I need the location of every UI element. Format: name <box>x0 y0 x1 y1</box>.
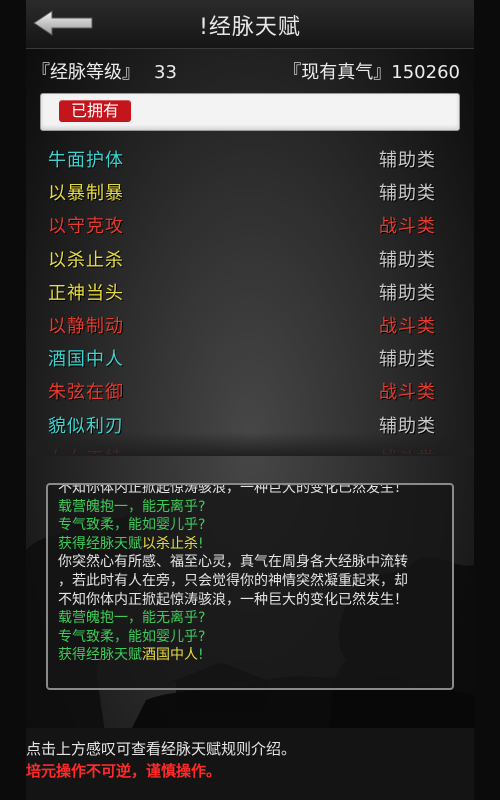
log-line: 专气致柔，能如婴儿乎? <box>58 628 444 647</box>
log-text: ! <box>198 535 204 552</box>
talent-name: 以静制动 <box>48 316 124 337</box>
log-text: ，若此时有人在旁，只会觉得你的神情突然凝重起来，却 <box>58 572 408 589</box>
talent-type: 战斗类 <box>379 316 436 337</box>
talent-name: 女女天犊 <box>48 445 124 454</box>
log-line: 载营魄抱一，能无离乎? <box>58 609 444 628</box>
talent-type: 辅助类 <box>379 415 436 437</box>
irreversible-warning-text: 培元操作不可逆，谨慎操作。 <box>26 762 222 780</box>
log-text: ! <box>198 647 204 664</box>
log-line: 获得经脉天赋酒国中人! <box>58 646 444 665</box>
main-panel: !经脉天赋 『经脉等级』 33 『现有真气』150260 已拥有 牛面护体 辅助类以… <box>26 0 474 800</box>
header-bar: !经脉天赋 <box>26 0 474 49</box>
current-qi-label: 『现有真气』 <box>283 62 392 83</box>
talent-type: 战斗类 <box>379 382 436 404</box>
talent-type: 辅助类 <box>379 150 436 171</box>
event-log[interactable]: 不知你体内正掀起惊涛骇浪，一种巨大的变化已然发生！ 载营魄抱一，能无离乎? 专气致柔… <box>46 483 454 690</box>
talent-row[interactable]: 貌似利刃 辅助类 <box>26 408 474 441</box>
log-text: 专气致柔，能如婴儿乎? <box>58 628 206 645</box>
log-text: 以杀止杀 <box>142 535 198 552</box>
talent-name: 以守克攻 <box>48 216 124 238</box>
talent-row[interactable]: 以守克攻 战斗类 <box>26 208 474 241</box>
talent-type: 战斗类 <box>379 445 436 454</box>
game-screen: !经脉天赋 『经脉等级』 33 『现有真气』150260 已拥有 牛面护体 辅助类以… <box>0 0 500 800</box>
log-text: 载营魄抱一，能无离乎? <box>58 610 206 627</box>
current-qi: 『现有真气』150260 <box>283 58 460 84</box>
talent-name: 酒国中人 <box>48 349 124 371</box>
log-line: ，若此时有人在旁，只会觉得你的神情突然凝重起来，却 <box>58 572 444 591</box>
talent-type: 辅助类 <box>379 183 436 205</box>
talent-row[interactable]: 酒国中人 辅助类 <box>26 341 474 374</box>
current-qi-value: 150260 <box>391 62 460 83</box>
log-line: 载营魄抱一，能无离乎? <box>58 498 444 517</box>
log-text: 载营魄抱一，能无离乎? <box>58 498 206 515</box>
talent-row[interactable]: 牛面护体 辅助类 <box>26 142 474 175</box>
log-text: 不知你体内正掀起惊涛骇浪，一种巨大的变化已然发生！ <box>58 483 408 496</box>
meridian-level-value: 33 <box>154 62 177 83</box>
talent-name: 正神当头 <box>48 282 124 304</box>
footer: 点击上方感叹可查看经脉天赋规则介绍。 培元操作不可逆，谨慎操作。 <box>26 728 474 800</box>
talent-list[interactable]: 牛面护体 辅助类 以暴制暴 辅助类 以守克攻 战斗类 以杀止杀 辅助类 正神当头 辅助类 以静制动战… <box>26 142 474 454</box>
talent-name: 朱弦在御 <box>48 382 124 404</box>
talent-row[interactable]: 以暴制暴 辅助类 <box>26 175 474 208</box>
talent-name: 牛面护体 <box>48 150 124 171</box>
log-line: 不知你体内正掀起惊涛骇浪，一种巨大的变化已然发生！ <box>58 483 444 498</box>
log-line: 获得经脉天赋以杀止杀! <box>58 535 444 554</box>
talent-type: 辅助类 <box>379 282 436 304</box>
talent-type: 辅助类 <box>379 349 436 371</box>
log-text: 专气致柔，能如婴儿乎? <box>58 517 206 534</box>
tab-bar: 已拥有 <box>40 93 460 131</box>
meridian-level-label: 『经脉等级』 <box>32 62 140 83</box>
log-line: 不知你体内正掀起惊涛骇浪，一种巨大的变化已然发生！ <box>58 591 444 610</box>
rules-hint-text: 点击上方感叹可查看经脉天赋规则介绍。 <box>26 740 297 758</box>
talent-name: 以暴制暴 <box>48 183 124 205</box>
talent-name: 貌似利刃 <box>48 415 124 437</box>
log-text: 不知你体内正掀起惊涛骇浪，一种巨大的变化已然发生！ <box>58 591 408 608</box>
left-border <box>0 0 26 800</box>
right-border <box>474 0 500 800</box>
talent-row[interactable]: 以杀止杀 辅助类 <box>26 242 474 275</box>
talent-type: 辅助类 <box>379 249 436 271</box>
stats-row: 『经脉等级』 33 『现有真气』150260 <box>26 56 474 86</box>
talent-type: 战斗类 <box>379 216 436 238</box>
log-line: 你突然心有所感、福至心灵，真气在周身各大经脉中流转 <box>58 553 444 572</box>
log-text: 酒国中人 <box>142 647 198 664</box>
talent-row[interactable]: 正神当头 辅助类 <box>26 275 474 308</box>
log-text: 你突然心有所感、福至心灵，真气在周身各大经脉中流转 <box>58 554 408 571</box>
log-line: 专气致柔，能如婴儿乎? <box>58 516 444 535</box>
event-log-content: 不知你体内正掀起惊涛骇浪，一种巨大的变化已然发生！ 载营魄抱一，能无离乎? 专气致柔… <box>58 483 444 665</box>
log-text: 获得经脉天赋 <box>58 535 142 552</box>
page-title[interactable]: !经脉天赋 <box>26 9 474 41</box>
tab-owned[interactable]: 已拥有 <box>59 100 132 122</box>
log-text: 获得经脉天赋 <box>58 647 142 664</box>
talent-row[interactable]: 朱弦在御 战斗类 <box>26 374 474 407</box>
talent-row[interactable]: 女女天犊 战斗类 <box>26 441 474 454</box>
talent-row[interactable]: 以静制动 战斗类 <box>26 308 474 341</box>
meridian-level: 『经脉等级』 33 <box>32 58 177 84</box>
talent-name: 以杀止杀 <box>48 249 124 271</box>
